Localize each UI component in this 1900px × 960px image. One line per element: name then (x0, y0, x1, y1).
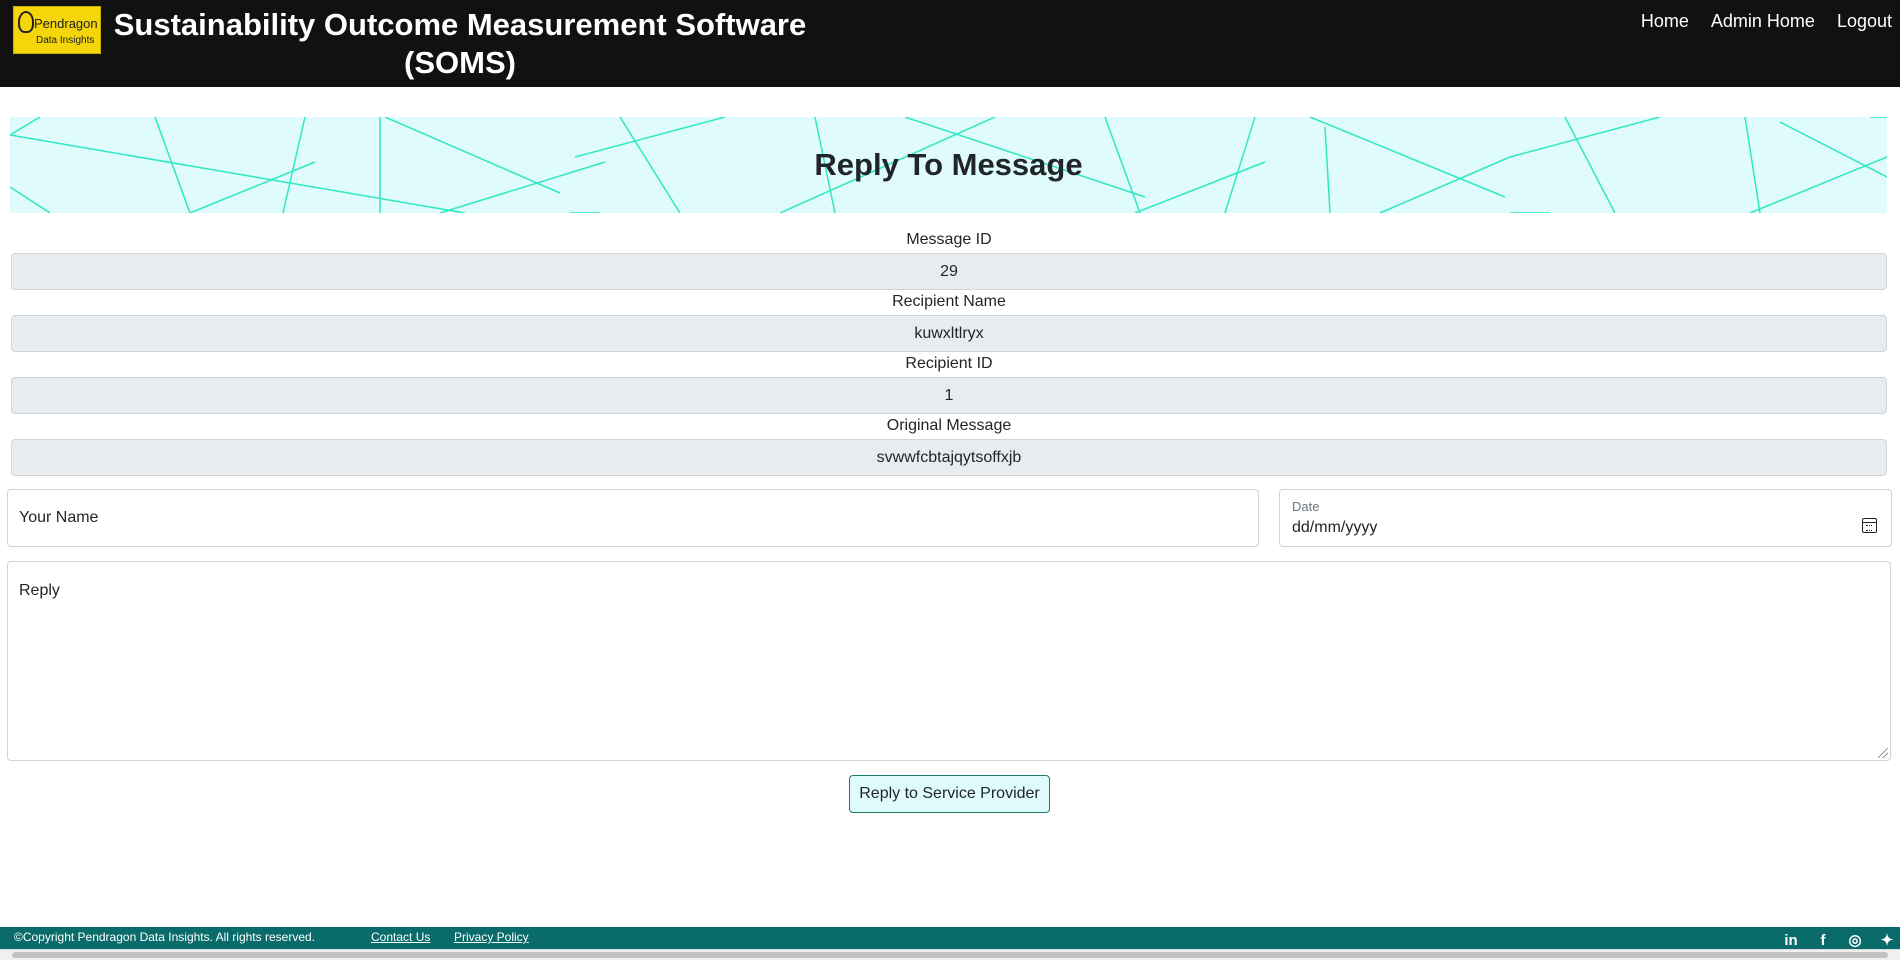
pendragon-logo[interactable]: Pendragon Data Insights (13, 6, 101, 54)
resize-handle-icon[interactable] (1878, 748, 1888, 758)
scrollbar-thumb[interactable] (12, 952, 1888, 958)
footer: ©Copyright Pendragon Data Insights. All … (0, 927, 1900, 949)
contact-us-link[interactable]: Contact Us (371, 930, 430, 944)
logo-text-line1: Pendragon (34, 16, 98, 31)
top-navbar: Pendragon Data Insights Sustainability O… (0, 0, 1900, 87)
page-banner: Reply To Message (10, 117, 1887, 213)
recipient-id-field[interactable]: 1 (11, 377, 1887, 414)
date-floating-label: Date (1292, 499, 1320, 514)
twitter-icon[interactable]: ✦ (1878, 933, 1896, 949)
logo-mark-icon (18, 11, 34, 33)
instagram-icon[interactable]: ◎ (1846, 933, 1864, 949)
linkedin-icon[interactable]: in (1782, 933, 1800, 949)
nav-logout-link[interactable]: Logout (1829, 11, 1900, 32)
calendar-icon[interactable] (1862, 518, 1877, 533)
original-message-field[interactable]: svwwfcbtajqytsoffxjb (11, 439, 1887, 476)
nav-home-link[interactable]: Home (1633, 11, 1697, 32)
recipient-name-field[interactable]: kuwxltlryx (11, 315, 1887, 352)
facebook-icon[interactable]: f (1814, 933, 1832, 949)
logo-text-line2: Data Insights (36, 35, 95, 46)
your-name-input[interactable]: Your Name (7, 489, 1259, 547)
reply-placeholder: Reply (19, 582, 60, 599)
horizontal-scrollbar[interactable] (0, 949, 1900, 960)
page-title: Reply To Message (814, 147, 1083, 182)
date-placeholder: dd/mm/yyyy (1292, 519, 1378, 536)
nav-admin-home-link[interactable]: Admin Home (1703, 11, 1823, 32)
copyright-text: ©Copyright Pendragon Data Insights. All … (14, 930, 315, 944)
original-message-label: Original Message (886, 417, 1012, 434)
message-id-field[interactable]: 29 (11, 253, 1887, 290)
nav-links: Home Admin Home Logout (1627, 11, 1900, 32)
app-title: Sustainability Outcome Measurement Softw… (113, 7, 807, 80)
recipient-name-label: Recipient Name (892, 293, 1006, 310)
social-links: in f ◎ ✦ (1782, 933, 1896, 949)
privacy-policy-link[interactable]: Privacy Policy (454, 930, 529, 944)
date-input[interactable]: Date dd/mm/yyyy (1279, 489, 1892, 547)
reply-textarea[interactable]: Reply (7, 561, 1891, 761)
reply-to-service-provider-button[interactable]: Reply to Service Provider (849, 775, 1050, 813)
your-name-placeholder: Your Name (19, 509, 99, 526)
message-id-label: Message ID (906, 231, 992, 248)
recipient-id-label: Recipient ID (905, 355, 993, 372)
